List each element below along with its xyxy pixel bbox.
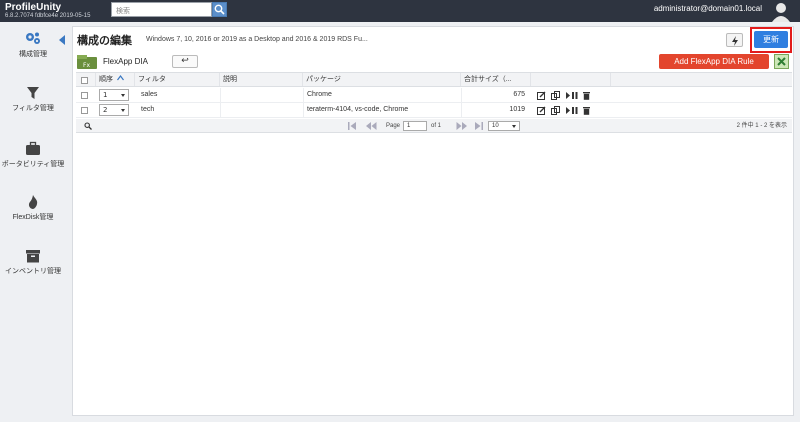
copy-icon[interactable] [551, 106, 560, 115]
column-header-total-size[interactable]: 合計サイズ（... [461, 73, 531, 86]
back-button[interactable]: ↩ [172, 55, 198, 68]
export-excel-button[interactable] [774, 54, 789, 69]
page-label: Page [386, 123, 401, 129]
sidebar-item-config[interactable]: 構成管理 [0, 31, 66, 60]
filter-icon [27, 87, 39, 99]
cell-description [220, 103, 303, 117]
search-input[interactable]: 検索 [111, 2, 212, 17]
row-checkbox[interactable] [81, 107, 88, 114]
cell-size: 1019 [461, 103, 528, 117]
prev-page-icon[interactable] [366, 122, 377, 130]
deploy-button[interactable] [726, 33, 743, 47]
search-icon[interactable] [84, 122, 92, 130]
column-header-order[interactable]: 順序 [96, 73, 135, 86]
sidebar-item-filter[interactable]: フィルタ管理 [0, 85, 66, 114]
cell-size: 675 [461, 88, 528, 102]
main-panel: 構成の編集 Windows 7, 10, 2016 or 2019 as a D… [72, 26, 794, 416]
sidebar: 構成管理 フィルタ管理 ポータビリティ管理 FlexDisk管理 インベントリ管… [0, 22, 66, 422]
table-row[interactable]: 2 tech teraterm-4104, vs-code, Chrome 10… [76, 103, 792, 118]
sidebar-item-label: 構成管理 [19, 51, 47, 58]
select-all-checkbox[interactable] [81, 77, 88, 84]
play-pause-icon[interactable] [566, 106, 578, 115]
lightning-icon [731, 36, 738, 46]
trash-icon[interactable] [582, 106, 591, 115]
section-title: FlexApp DIA [103, 57, 148, 66]
record-summary: 2 件中 1 - 2 を表示 [736, 123, 787, 129]
play-pause-icon[interactable] [566, 91, 578, 100]
user-avatar-icon[interactable] [770, 0, 792, 22]
sidebar-item-label: ポータビリティ管理 [1, 161, 65, 168]
cell-package: teraterm-4104, vs-code, Chrome [303, 103, 461, 117]
row-checkbox[interactable] [81, 92, 88, 99]
order-select[interactable]: 1 [99, 89, 129, 101]
page-size-select[interactable]: 10 [488, 121, 520, 131]
copy-icon[interactable] [551, 91, 560, 100]
flexapp-icon: Fx [77, 55, 97, 69]
last-page-icon[interactable] [474, 122, 483, 130]
sidebar-item-label: インベントリ管理 [5, 268, 61, 275]
column-header-filter[interactable]: フィルタ [135, 73, 220, 86]
sidebar-item-portability[interactable]: ポータビリティ管理 [0, 141, 66, 170]
cell-package: Chrome [303, 88, 461, 102]
search-button[interactable] [212, 2, 227, 17]
column-header-actions [531, 73, 611, 86]
pager: Page 1 of 1 10 2 件中 1 - 2 を表示 [76, 119, 792, 133]
page-title: 構成の編集 [77, 35, 132, 47]
sidebar-item-label: フィルタ管理 [12, 105, 54, 112]
user-name[interactable]: administrator@domain01.local [654, 4, 762, 13]
edit-icon[interactable] [537, 91, 546, 100]
excel-icon [777, 57, 786, 66]
chevron-down-icon [121, 109, 125, 112]
page-number-input[interactable]: 1 [403, 121, 427, 131]
app-version: 6.8.2.7074 fdbfce4e 2019-05-15 [5, 13, 91, 19]
search-icon [214, 4, 225, 15]
chevron-down-icon [512, 125, 516, 128]
page-description: Windows 7, 10, 2016 or 2019 as a Desktop… [146, 36, 368, 43]
top-bar: ProfileUnity 6.8.2.7074 fdbfce4e 2019-05… [0, 0, 800, 22]
cell-filter: sales [141, 91, 158, 98]
first-page-icon[interactable] [348, 122, 357, 130]
sidebar-item-inventory[interactable]: インベントリ管理 [0, 248, 66, 277]
edit-icon[interactable] [537, 106, 546, 115]
next-page-icon[interactable] [456, 122, 467, 130]
column-header-package[interactable]: パッケージ [303, 73, 461, 86]
order-select[interactable]: 2 [99, 104, 129, 116]
app-title: ProfileUnity [5, 2, 62, 13]
sidebar-item-flexdisk[interactable]: FlexDisk管理 [0, 194, 66, 223]
table-header: 順序 フィルタ 説明 パッケージ 合計サイズ（... [76, 72, 792, 87]
svg-text:Fx: Fx [83, 62, 90, 69]
update-button[interactable]: 更新 [754, 31, 788, 48]
inventory-box-icon [26, 250, 40, 263]
flame-icon [28, 195, 38, 209]
sort-asc-icon [116, 75, 124, 81]
page-of-label: of 1 [431, 123, 442, 129]
cell-description [220, 88, 303, 102]
column-header-description[interactable]: 説明 [220, 73, 303, 86]
briefcase-icon [26, 141, 40, 155]
trash-icon[interactable] [582, 91, 591, 100]
sidebar-item-label: FlexDisk管理 [12, 214, 54, 221]
table-row[interactable]: 1 sales Chrome 675 [76, 88, 792, 103]
gears-icon [26, 32, 40, 44]
chevron-down-icon [121, 94, 125, 97]
add-flexapp-dia-rule-button[interactable]: Add FlexApp DIA Rule [659, 54, 769, 69]
section-header: Fx FlexApp DIA ↩ Add FlexApp DIA Rule [76, 54, 792, 71]
cell-filter: tech [141, 106, 155, 113]
